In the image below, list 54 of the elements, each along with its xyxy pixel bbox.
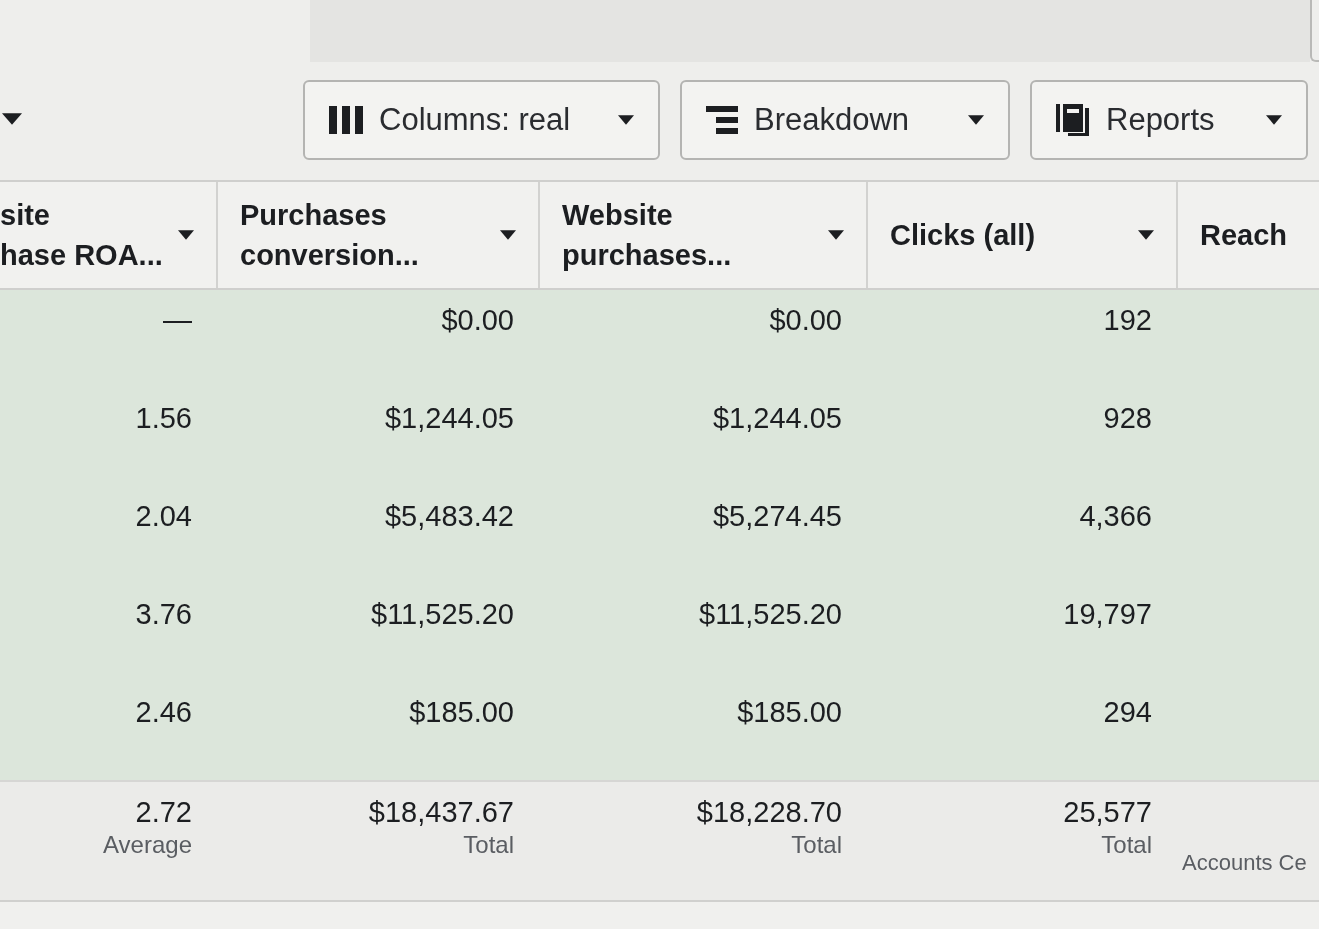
- column-header[interactable]: Clicks (all): [868, 182, 1178, 288]
- column-header[interactable]: site hase ROA...: [0, 182, 218, 288]
- table-cell-text: —: [163, 303, 192, 338]
- table-row[interactable]: 2.46 $185.00 $185.00 294: [0, 682, 1319, 780]
- caret-icon[interactable]: [2, 113, 22, 125]
- summary-label: Total: [791, 830, 842, 860]
- toolbar-dropdown-button[interactable]: Reports: [1030, 80, 1308, 160]
- table-cell-text: $1,244.05: [385, 401, 514, 436]
- table-cell-text: 2.46: [135, 695, 192, 730]
- table-cell-text: $11,525.20: [699, 597, 842, 632]
- column-header[interactable]: Purchases conversion...: [218, 182, 540, 288]
- caret-icon: [1138, 230, 1154, 240]
- column-header[interactable]: Website purchases...: [540, 182, 868, 288]
- table-row[interactable]: 1.56 $1,244.05 $1,244.05 928: [0, 388, 1319, 486]
- caret-icon: [1266, 115, 1282, 125]
- table-cell-text: 3.76: [135, 597, 192, 632]
- table-cell-text: 4,366: [1079, 499, 1152, 534]
- summary-value: 25,577: [1063, 795, 1152, 830]
- stacked-bars-icon: [706, 106, 738, 134]
- summary-value: $18,437.67: [368, 795, 514, 830]
- table-row[interactable]: 2.04 $5,483.42 $5,274.45 4,366: [0, 486, 1319, 584]
- table-cell-text: 19,797: [1063, 597, 1152, 632]
- columns-icon: [329, 106, 363, 134]
- summary-label: Average: [103, 830, 192, 860]
- footer-text: Accounts Ce: [1182, 849, 1307, 877]
- caret-icon: [828, 230, 844, 240]
- table-cell-text: $1,244.05: [713, 401, 842, 436]
- side-panel: [1310, 0, 1319, 62]
- table-cell-text: 2.04: [135, 499, 192, 534]
- summary-value: $18,228.70: [696, 795, 842, 830]
- column-header[interactable]: Reach: [1178, 182, 1319, 288]
- documents-icon: [1056, 104, 1090, 136]
- table-cell-text: $11,525.20: [371, 597, 514, 632]
- summary-label: Total: [463, 830, 514, 860]
- table-cell-text: $5,483.42: [385, 499, 514, 534]
- table-cell-text: $185.00: [409, 695, 514, 730]
- table-row[interactable]: 3.76 $11,525.20 $11,525.20 19,797: [0, 584, 1319, 682]
- summary-label: Total: [1101, 830, 1152, 860]
- table-cell-text: $185.00: [737, 695, 842, 730]
- table-cell-text: $0.00: [769, 303, 842, 338]
- caret-icon: [968, 115, 984, 125]
- table-cell-text: $5,274.45: [713, 499, 842, 534]
- table-cell-text: 928: [1103, 401, 1152, 436]
- table-cell-text: $0.00: [441, 303, 514, 338]
- summary-value: 2.72: [135, 795, 192, 830]
- table-cell-text: 294: [1103, 695, 1152, 730]
- table-cell-text: 192: [1103, 303, 1152, 338]
- caret-icon: [618, 115, 634, 125]
- caret-icon: [500, 230, 516, 240]
- toolbar-dropdown-button[interactable]: Breakdown: [680, 80, 1010, 160]
- table-cell-text: 1.56: [135, 401, 192, 436]
- toolbar-dropdown-button[interactable]: Columns: real: [303, 80, 660, 160]
- table-row[interactable]: — $0.00 $0.00 192: [0, 290, 1319, 388]
- caret-icon: [178, 230, 194, 240]
